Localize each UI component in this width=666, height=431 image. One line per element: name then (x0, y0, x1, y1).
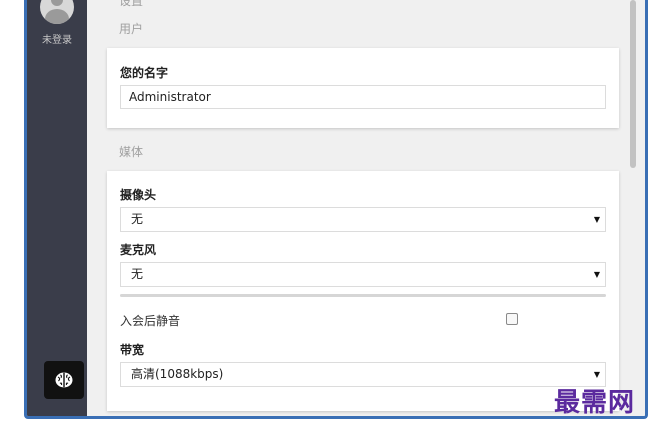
user-card: 您的名字 (107, 48, 619, 128)
watermark-logo: 最需网 (554, 388, 636, 418)
mute-on-join-label: 入会后静音 (120, 314, 181, 328)
camera-select[interactable]: 无 ▼ (120, 207, 606, 232)
caret-down-icon: ▼ (593, 215, 600, 224)
mic-level-meter (120, 294, 606, 297)
login-status-label: 未登录 (42, 35, 72, 46)
mic-label: 麦克风 (120, 243, 157, 257)
bandwidth-select-value: 高清(1088kbps) (131, 367, 224, 381)
section-heading-media: 媒体 (119, 145, 144, 159)
brain-button[interactable] (44, 361, 84, 399)
vertical-scrollbar[interactable] (627, 0, 645, 416)
camera-label: 摄像头 (120, 188, 157, 202)
name-input[interactable] (120, 85, 606, 109)
caret-down-icon: ▼ (593, 270, 600, 279)
camera-select-value: 无 (131, 212, 144, 226)
app-window: 未登录 设置 用户 您的名字 媒体 摄像头 无 ▼ 麦克风 无 (24, 0, 648, 419)
bandwidth-select[interactable]: 高清(1088kbps) ▼ (120, 362, 606, 387)
scrollbar-thumb[interactable] (630, 0, 636, 168)
name-label: 您的名字 (120, 66, 169, 80)
user-avatar-icon[interactable] (40, 0, 74, 24)
section-heading-settings: 设置 (119, 0, 144, 8)
mic-select[interactable]: 无 ▼ (120, 262, 606, 287)
bandwidth-label: 带宽 (120, 343, 145, 357)
section-heading-user: 用户 (119, 22, 144, 36)
mute-on-join-checkbox[interactable] (506, 313, 518, 325)
sidebar: 未登录 (27, 0, 87, 416)
settings-panel: 设置 用户 您的名字 媒体 摄像头 无 ▼ 麦克风 无 ▼ 入会后静音 带宽 高… (87, 0, 627, 416)
brain-icon (55, 372, 73, 388)
media-card: 摄像头 无 ▼ 麦克风 无 ▼ 入会后静音 带宽 高清(1088kbps) ▼ (107, 171, 619, 411)
mic-select-value: 无 (131, 267, 144, 281)
